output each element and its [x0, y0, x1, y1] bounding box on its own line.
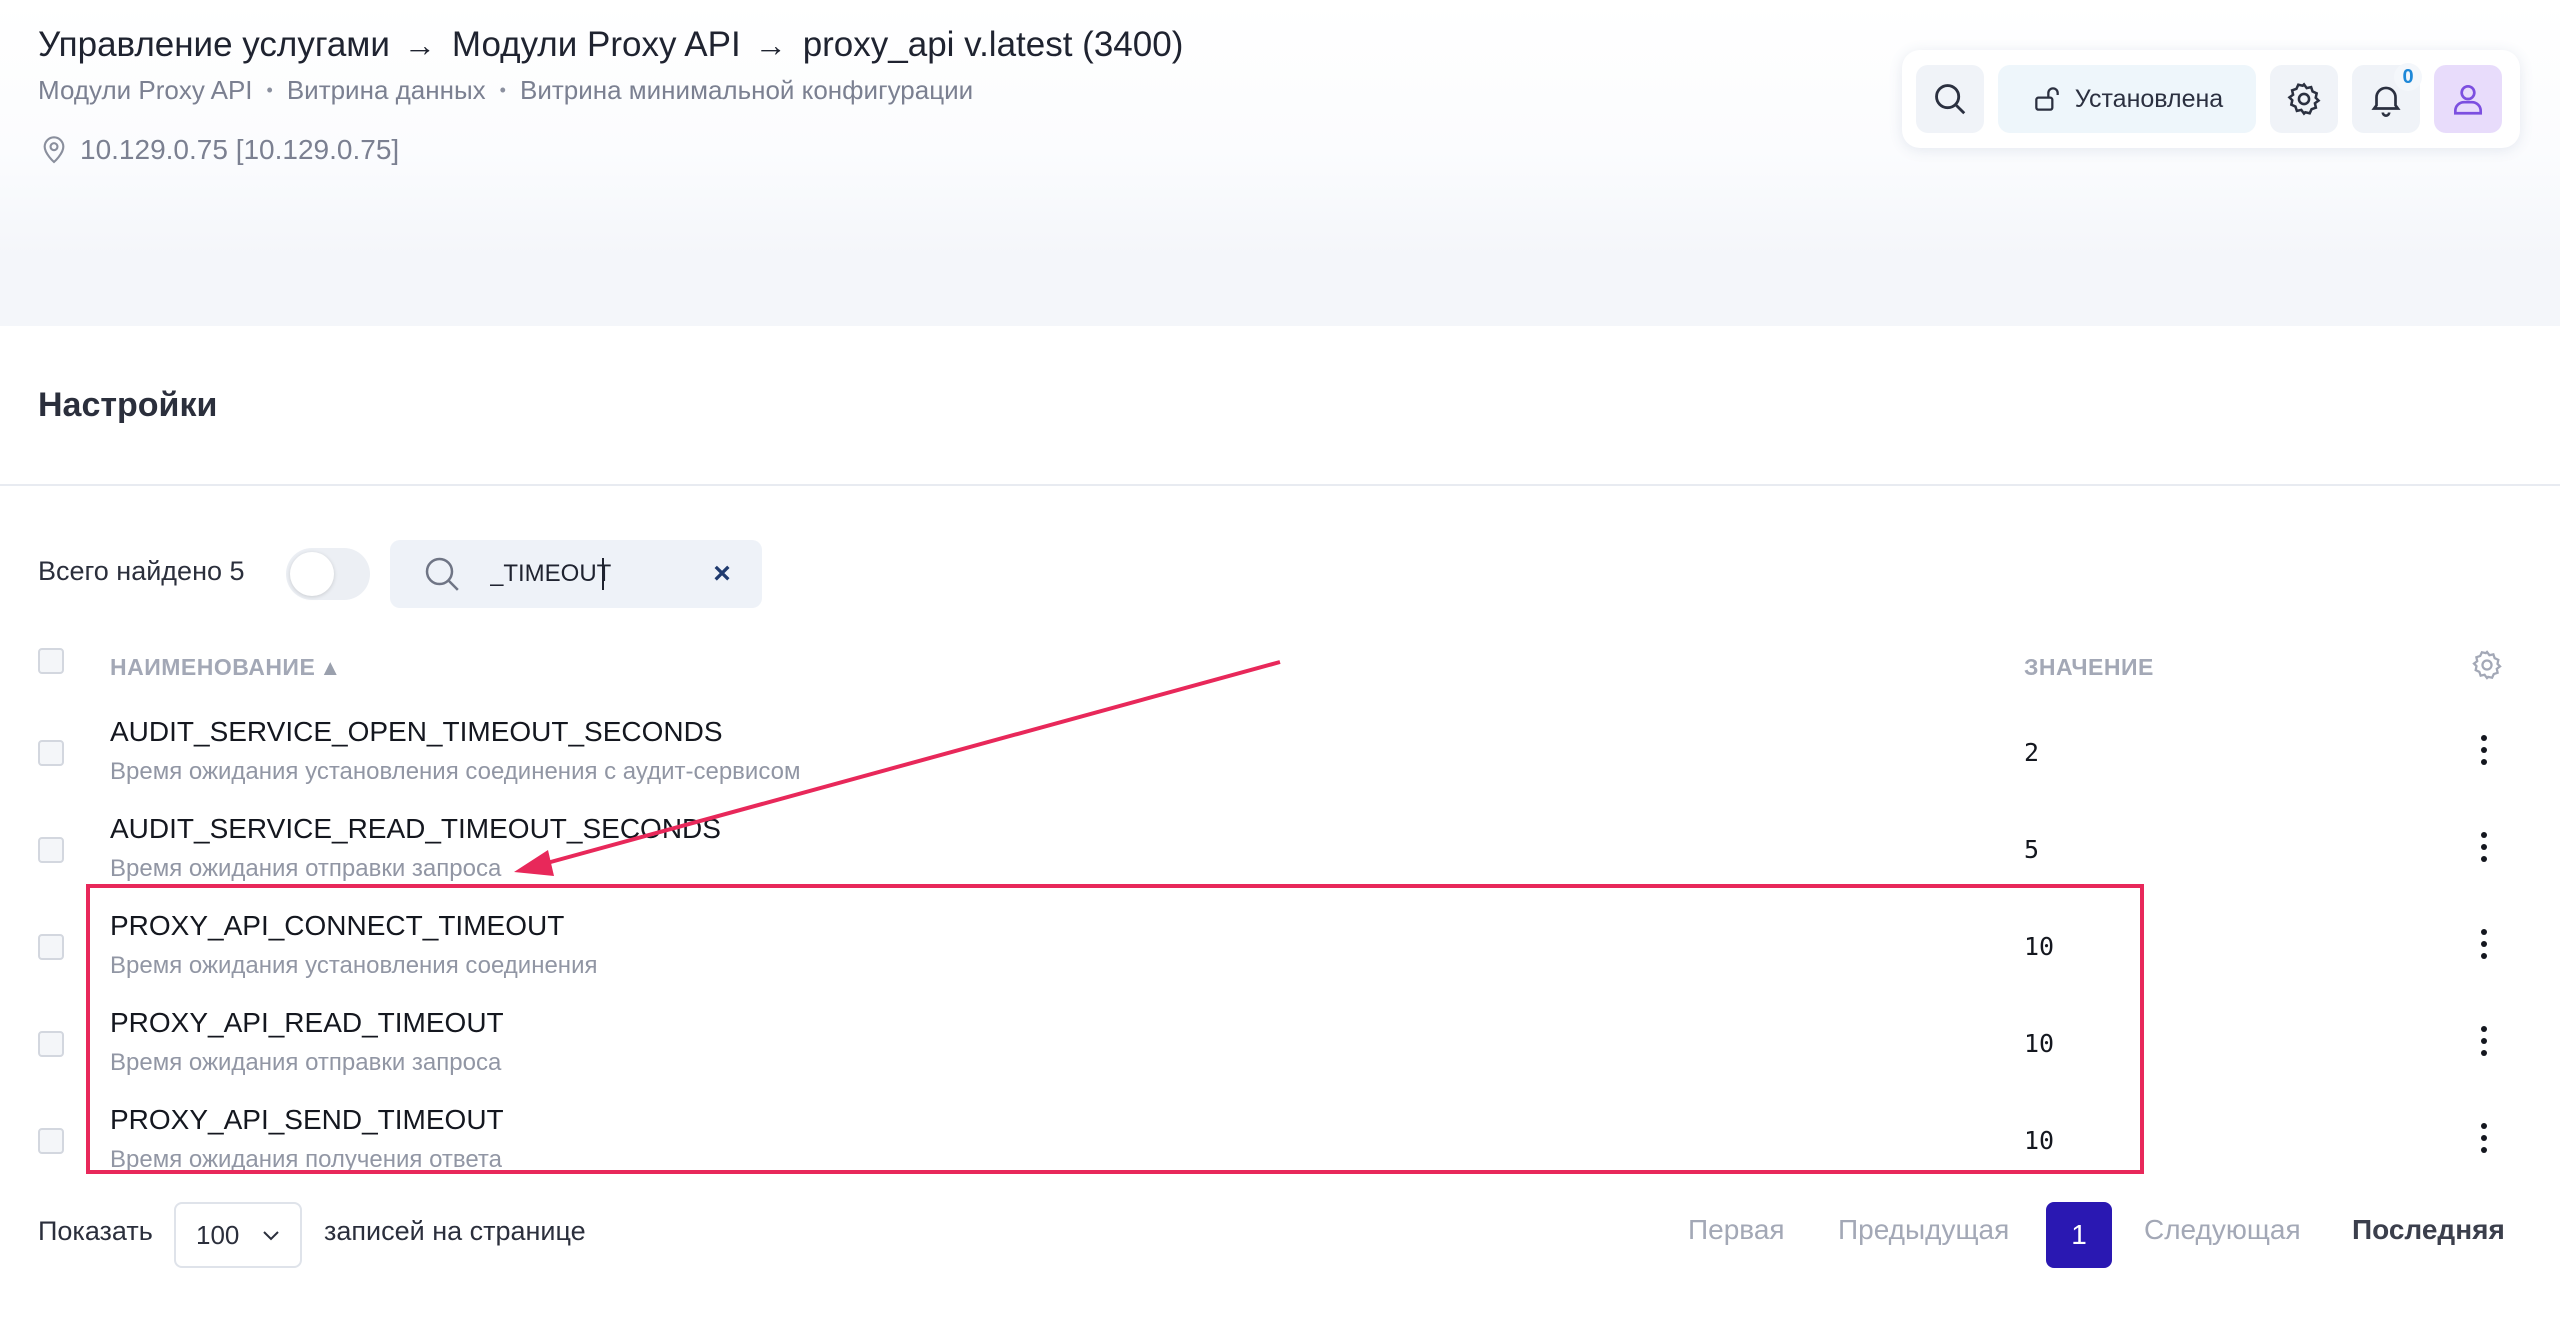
tag-minimal-config: Витрина минимальной конфигурации [519, 74, 974, 105]
breadcrumb-item-modules[interactable]: Модули Proxy API [452, 25, 741, 65]
more-vertical-icon[interactable] [2472, 827, 2496, 867]
per-page-select[interactable]: 100 [174, 1202, 302, 1268]
breadcrumb-item-current: proxy_api v.latest (3400) [802, 25, 1184, 64]
settings-search: × [390, 540, 762, 608]
per-page-suffix: записей на странице [324, 1216, 586, 1246]
setting-description: Время ожидания установления соединения с… [110, 758, 801, 785]
setting-description: Время ожидания установления соединения [110, 952, 598, 979]
settings-card: Настройки Всего найдено 5 × НАИМЕНОВАНИЕ… [0, 326, 2560, 1324]
settings-title: Настройки [38, 386, 218, 424]
more-vertical-icon[interactable] [2472, 1118, 2496, 1158]
page-header: Управление услугами → Модули Proxy API →… [0, 0, 2560, 260]
per-page-value: 100 [196, 1219, 240, 1250]
table-row: PROXY_API_READ_TIMEOUT Время ожидания от… [0, 991, 2560, 1088]
tag-separator: • [266, 79, 273, 100]
column-header-value[interactable]: ЗНАЧЕНИЕ [2024, 654, 2154, 681]
host-address-text: 10.129.0.75 [10.129.0.75] [80, 134, 400, 165]
search-icon [425, 557, 459, 591]
page-prev-button[interactable]: Предыдущая [1838, 1214, 2009, 1246]
table-row: PROXY_API_SEND_TIMEOUT Время ожидания по… [0, 1088, 2560, 1185]
page-next-button[interactable]: Следующая [2144, 1214, 2301, 1246]
settings-button[interactable] [2270, 65, 2338, 133]
toggle-knob [290, 552, 334, 596]
column-header-name-label: НАИМЕНОВАНИЕ [110, 654, 316, 680]
select-all-checkbox[interactable] [38, 648, 64, 674]
user-profile-button[interactable] [2434, 65, 2502, 133]
more-vertical-icon[interactable] [2472, 1021, 2496, 1061]
location-pin-icon [43, 136, 65, 164]
filter-toggle[interactable] [286, 548, 370, 600]
install-status-label: Установлена [2074, 84, 2224, 113]
show-label: Показать [38, 1216, 153, 1246]
breadcrumb: Управление услугами → Модули Proxy API →… [38, 22, 1183, 68]
more-vertical-icon[interactable] [2472, 730, 2496, 770]
notifications-button[interactable]: 0 [2352, 63, 2422, 133]
chevron-down-icon [263, 1231, 280, 1241]
setting-value: 10 [2024, 1029, 2055, 1058]
unlock-icon [2034, 87, 2059, 111]
page-last-button[interactable]: Последняя [2352, 1214, 2505, 1246]
row-checkbox[interactable] [38, 837, 64, 863]
divider [0, 484, 2560, 486]
setting-value: 5 [2024, 835, 2040, 864]
notifications-count-badge: 0 [2394, 63, 2422, 91]
table-row: PROXY_API_CONNECT_TIMEOUT Время ожидания… [0, 894, 2560, 991]
text-caret [602, 558, 604, 590]
row-checkbox[interactable] [38, 934, 64, 960]
setting-value: 2 [2024, 738, 2040, 767]
found-count-label: Всего найдено 5 [38, 556, 245, 586]
row-checkbox[interactable] [38, 1031, 64, 1057]
page-first-button[interactable]: Первая [1688, 1214, 1785, 1246]
row-checkbox[interactable] [38, 740, 64, 766]
setting-name: PROXY_API_CONNECT_TIMEOUT [110, 910, 565, 941]
breadcrumb-separator: → [754, 26, 787, 63]
setting-name: PROXY_API_READ_TIMEOUT [110, 1007, 504, 1038]
setting-description: Время ожидания отправки запроса [110, 1049, 502, 1076]
user-icon [2453, 84, 2483, 115]
page-current-button[interactable]: 1 [2046, 1202, 2112, 1268]
setting-name: AUDIT_SERVICE_READ_TIMEOUT_SECONDS [110, 813, 721, 844]
more-vertical-icon[interactable] [2472, 924, 2496, 964]
gear-icon [2287, 82, 2321, 116]
table-row: AUDIT_SERVICE_READ_TIMEOUT_SECONDS Время… [0, 797, 2560, 894]
setting-value: 10 [2024, 1126, 2055, 1155]
tag-data-showcase: Витрина данных [286, 74, 486, 105]
tag-separator: • [499, 79, 506, 100]
setting-value: 10 [2024, 932, 2055, 961]
header-toolbar: Установлена 0 [1902, 50, 2520, 148]
search-icon [1935, 84, 1966, 115]
setting-description: Время ожидания получения ответа [110, 1146, 502, 1173]
breadcrumb-separator: → [403, 26, 436, 63]
clear-search-button[interactable]: × [706, 557, 738, 590]
column-settings-icon[interactable] [2470, 648, 2504, 682]
setting-description: Время ожидания отправки запроса [110, 855, 502, 882]
setting-name: AUDIT_SERVICE_OPEN_TIMEOUT_SECONDS [110, 716, 723, 747]
module-tags: Модули Proxy API • Витрина данных • Витр… [38, 72, 973, 108]
sort-asc-icon: ▲ [319, 655, 342, 680]
host-address: 10.129.0.75 [10.129.0.75] [38, 130, 399, 170]
search-button[interactable] [1916, 65, 1984, 133]
setting-name: PROXY_API_SEND_TIMEOUT [110, 1104, 504, 1135]
settings-search-input[interactable] [490, 554, 690, 594]
tag-proxy-api: Модули Proxy API [38, 74, 253, 105]
table-row: AUDIT_SERVICE_OPEN_TIMEOUT_SECONDS Время… [0, 700, 2560, 797]
breadcrumb-item-services[interactable]: Управление услугами [38, 25, 390, 65]
install-status-button[interactable]: Установлена [1998, 65, 2256, 133]
row-checkbox[interactable] [38, 1128, 64, 1154]
column-header-name[interactable]: НАИМЕНОВАНИЕ ▲ [110, 654, 342, 681]
